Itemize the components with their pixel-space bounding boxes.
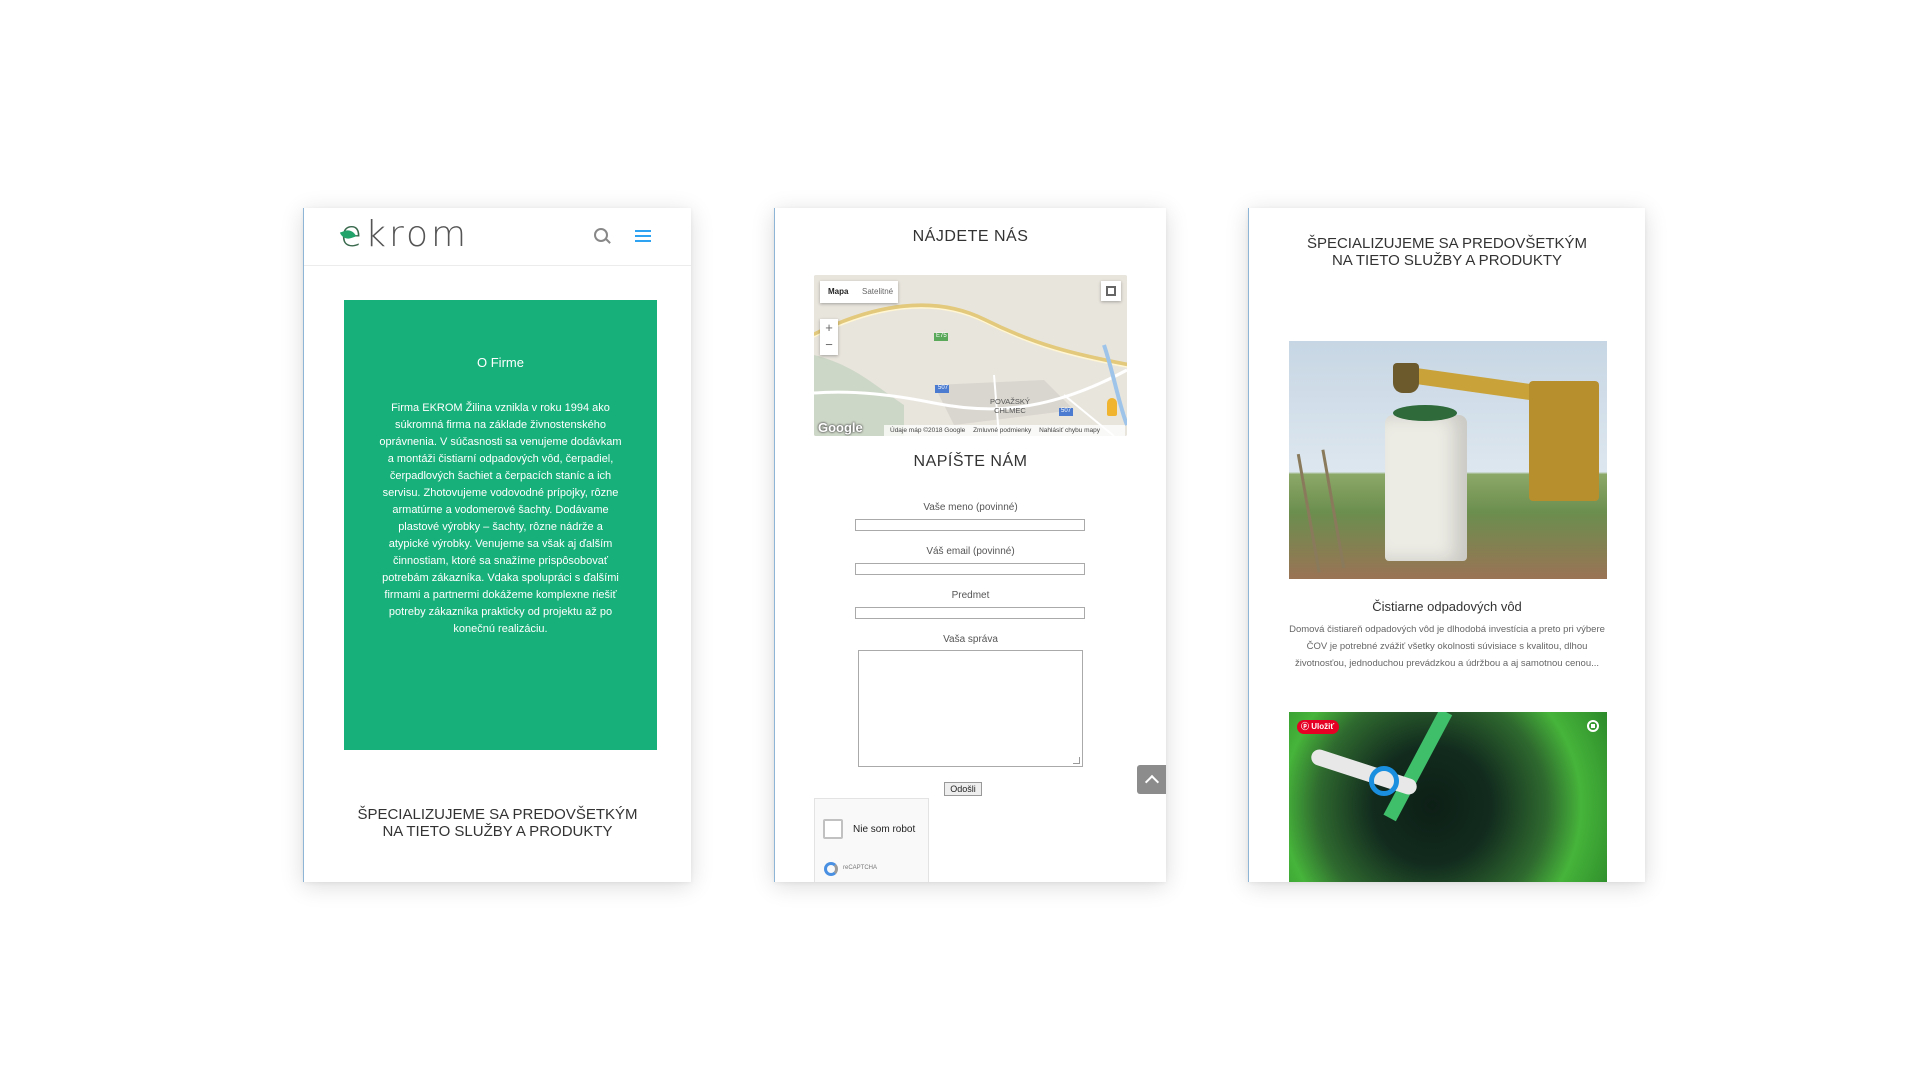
google-logo: Google <box>818 420 863 435</box>
ladder <box>1296 449 1346 573</box>
message-label: Vaša správa <box>943 634 998 645</box>
zoom-in-button[interactable]: + <box>820 319 838 336</box>
septic-tank <box>1385 415 1467 561</box>
excavator-body <box>1529 381 1599 501</box>
expand-icon[interactable] <box>1587 720 1599 732</box>
white-pipe <box>1309 747 1419 797</box>
zoom-out-button[interactable]: − <box>820 336 838 353</box>
recaptcha-widget: Nie som robot reCAPTCHA <box>814 798 929 882</box>
map-type-satellite[interactable]: Satelitné <box>862 287 893 296</box>
message-textarea[interactable] <box>858 650 1083 767</box>
email-input[interactable] <box>855 563 1085 575</box>
recaptcha-brand: reCAPTCHA <box>843 865 878 871</box>
specialize-heading: ŠPECIALIZUJEME SA PREDOVŠETKÝM NA TIETO … <box>1269 235 1625 269</box>
about-text: Firma EKROM Žilina vznikla v roku 1994 a… <box>379 402 622 635</box>
pinterest-save-button[interactable]: ⓟ Uložiť <box>1297 720 1340 734</box>
map-footer: Údaje máp ©2018 Google Zmluvné podmienky… <box>884 425 1125 436</box>
pinterest-icon: ⓟ <box>1301 722 1312 731</box>
google-map[interactable]: E75 507 507 POVAŽSKÝ CHLMEC Mapa Satelit… <box>814 275 1127 436</box>
service-title[interactable]: Čistiarne odpadových vôd <box>1249 599 1645 614</box>
fullscreen-icon[interactable] <box>1101 281 1121 301</box>
save-label: Uložiť <box>1311 722 1335 731</box>
write-us-heading: NAPÍŠTE NÁM <box>913 453 1028 470</box>
about-company-box: O Firme Firma EKROM Žilina vznikla v rok… <box>344 300 657 750</box>
recaptcha-checkbox[interactable] <box>823 819 843 839</box>
submit-button[interactable]: Odošli <box>944 782 982 796</box>
map-place-line2: CHLMEC <box>994 406 1026 415</box>
recaptcha-logo-icon <box>824 862 838 876</box>
specialize-heading-line1: ŠPECIALIZUJEME SA PREDOVŠETKÝM <box>357 806 638 823</box>
phone-screen-contact: NÁJDETE NÁS E75 507 507 POVAŽSKÝ CHLMEC … <box>774 208 1166 882</box>
name-label: Vaše meno (povinné) <box>923 502 1018 513</box>
recaptcha-label: Nie som robot <box>853 824 916 835</box>
map-terms-link[interactable]: Zmluvné podmienky <box>973 427 1031 434</box>
map-place-label: POVAŽSKÝ CHLMEC <box>990 397 1030 415</box>
road-label-507-east: 507 <box>1061 408 1072 414</box>
specialize-heading-line2: NA TIETO SLUŽBY A PRODUKTY <box>1331 252 1563 269</box>
map-place-line1: POVAŽSKÝ <box>990 397 1030 406</box>
map-type-map[interactable]: Mapa <box>828 287 848 296</box>
phone-screen-home: ekrom O Firme Firma EKROM Žilina vznikla… <box>303 208 691 882</box>
map-report-link[interactable]: Nahlásiť chybu mapy <box>1039 427 1100 434</box>
service-description: Domová čistiareň odpadových vôd je dlhod… <box>1289 624 1605 669</box>
road-label-507: 507 <box>938 385 949 391</box>
phone-screen-services: ŠPECIALIZUJEME SA PREDOVŠETKÝM NA TIETO … <box>1248 208 1645 882</box>
subject-input[interactable] <box>855 607 1085 619</box>
specialize-heading-line1: ŠPECIALIZUJEME SA PREDOVŠETKÝM <box>1306 235 1588 252</box>
specialize-heading: ŠPECIALIZUJEME SA PREDOVŠETKÝM NA TIETO … <box>324 806 671 840</box>
street-view-pegman-icon[interactable] <box>1107 398 1117 416</box>
septic-tank-lid <box>1393 405 1457 421</box>
road-label-e75: E75 <box>936 333 947 339</box>
site-header: ekrom <box>304 208 691 266</box>
blue-fitting <box>1369 766 1399 796</box>
logo-text: krom <box>365 214 470 255</box>
find-us-heading: NÁJDETE NÁS <box>912 228 1029 245</box>
map-type-toggle[interactable]: Mapa Satelitné <box>820 281 898 303</box>
zoom-controls: + − <box>820 319 838 355</box>
wastewater-plant-photo[interactable] <box>1289 341 1607 579</box>
search-icon[interactable] <box>594 228 608 242</box>
about-title: O Firme <box>477 355 524 370</box>
green-hose <box>1383 712 1453 822</box>
subject-label: Predmet <box>951 590 990 601</box>
map-data-credit: Údaje máp ©2018 Google <box>890 427 966 434</box>
name-input[interactable] <box>855 519 1085 531</box>
scroll-to-top-icon[interactable] <box>1137 765 1166 794</box>
site-logo[interactable]: ekrom <box>340 214 469 255</box>
email-label: Váš email (povinné) <box>926 546 1015 557</box>
hamburger-menu-icon[interactable] <box>635 230 651 242</box>
tank-interior-photo[interactable]: ⓟ Uložiť <box>1289 712 1607 882</box>
specialize-heading-line2: NA TIETO SLUŽBY A PRODUKTY <box>382 823 613 840</box>
excavator-bucket <box>1393 363 1419 393</box>
